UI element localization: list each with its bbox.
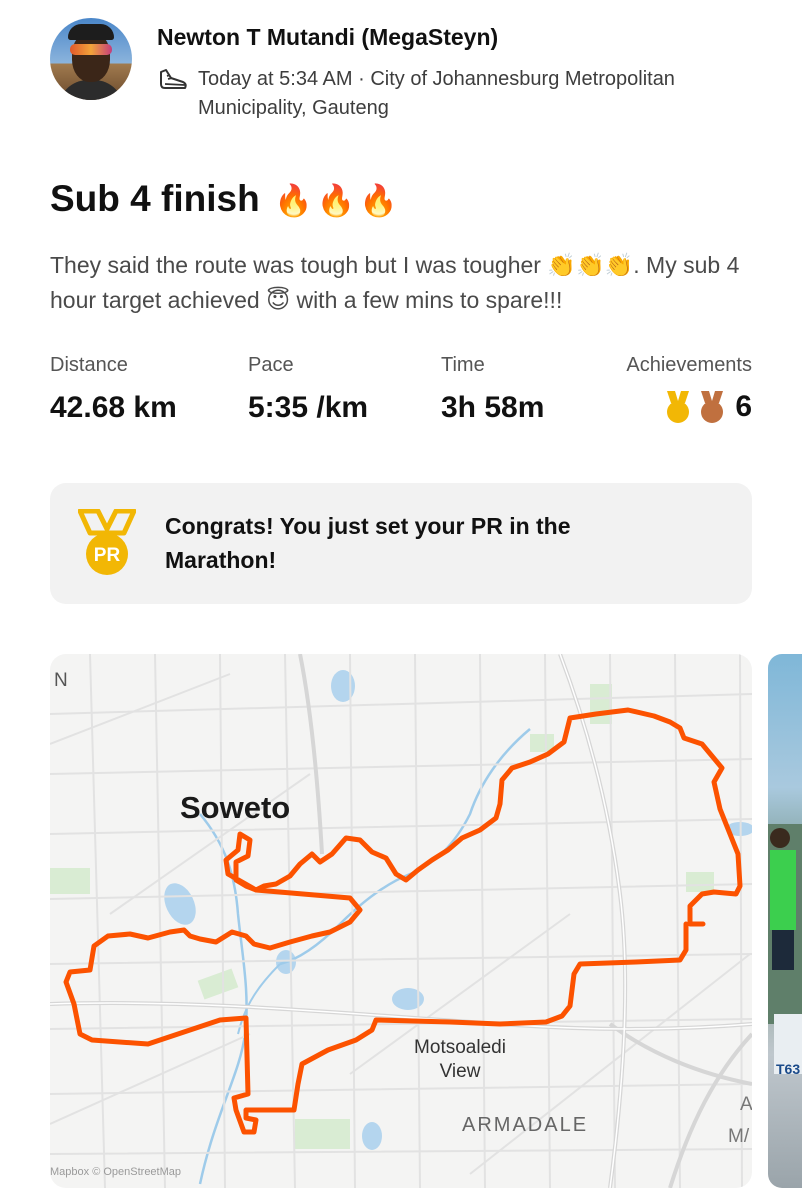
pr-badge-text: PR	[94, 545, 121, 566]
photo-runners-image: T63	[768, 824, 802, 1077]
map-label-line: Motsoaledi	[414, 1037, 506, 1058]
activity-photo[interactable]: T63	[768, 654, 802, 1188]
running-shoe-icon	[160, 69, 187, 89]
gold-medal-icon	[667, 391, 690, 423]
activity-title-text: Sub 4 finish	[50, 178, 260, 219]
map-label-edge: A	[740, 1094, 752, 1115]
map-label-armadale: ARMADALE	[462, 1114, 589, 1136]
activity-description: They said the route was tough but I was …	[50, 252, 740, 313]
stat-value: 42.68 km	[50, 391, 177, 424]
map-attribution[interactable]: Mapbox © OpenStreetMap	[50, 1166, 181, 1178]
stat-value: 5:35 /km	[248, 391, 369, 424]
stat-label: Distance	[50, 354, 128, 376]
stat-label: Time	[441, 354, 485, 376]
pr-card[interactable]: PR Congrats! You just set your PR in the…	[50, 483, 752, 604]
achievement-count: 6	[735, 390, 752, 423]
stat-pace: Pace 5:35 /km	[248, 354, 368, 425]
activity-title: Sub 4 finish 🔥 🔥 🔥	[50, 178, 398, 220]
map-label-edge: M/	[728, 1126, 750, 1147]
bronze-medal-icon	[701, 391, 724, 423]
map-label-north: N	[54, 670, 68, 691]
fire-emoji: 🔥	[273, 183, 313, 218]
pr-message: Congrats! You just set your PR in the Ma…	[165, 513, 571, 573]
map-label-soweto: Soweto	[180, 790, 291, 825]
activity-meta: Today at 5:34 AM · City of Johannesburg …	[198, 68, 675, 119]
map-label-motsoaledi: Motsoaledi View	[380, 1036, 540, 1084]
stat-label: Pace	[248, 354, 294, 376]
stat-distance: Distance 42.68 km	[50, 354, 177, 425]
map-background	[50, 654, 752, 1188]
athlete-name[interactable]: Newton T Mutandi (MegaSteyn)	[157, 24, 498, 51]
fire-emoji: 🔥	[316, 183, 356, 218]
stat-label: Achievements	[626, 354, 752, 376]
map-label-line: View	[439, 1061, 481, 1082]
stat-value: 3h 58m	[441, 391, 545, 424]
fire-emoji: 🔥	[359, 183, 398, 218]
svg-text:T63: T63	[776, 1061, 800, 1077]
route-map[interactable]: N Soweto Motsoaledi View ARMADALE A M/ M…	[50, 654, 752, 1188]
athlete-avatar[interactable]	[50, 18, 132, 100]
pr-medal-icon: PR	[78, 509, 136, 575]
stat-time: Time 3h 58m	[441, 354, 544, 425]
stat-achievements[interactable]: Achievements 6	[626, 354, 752, 425]
